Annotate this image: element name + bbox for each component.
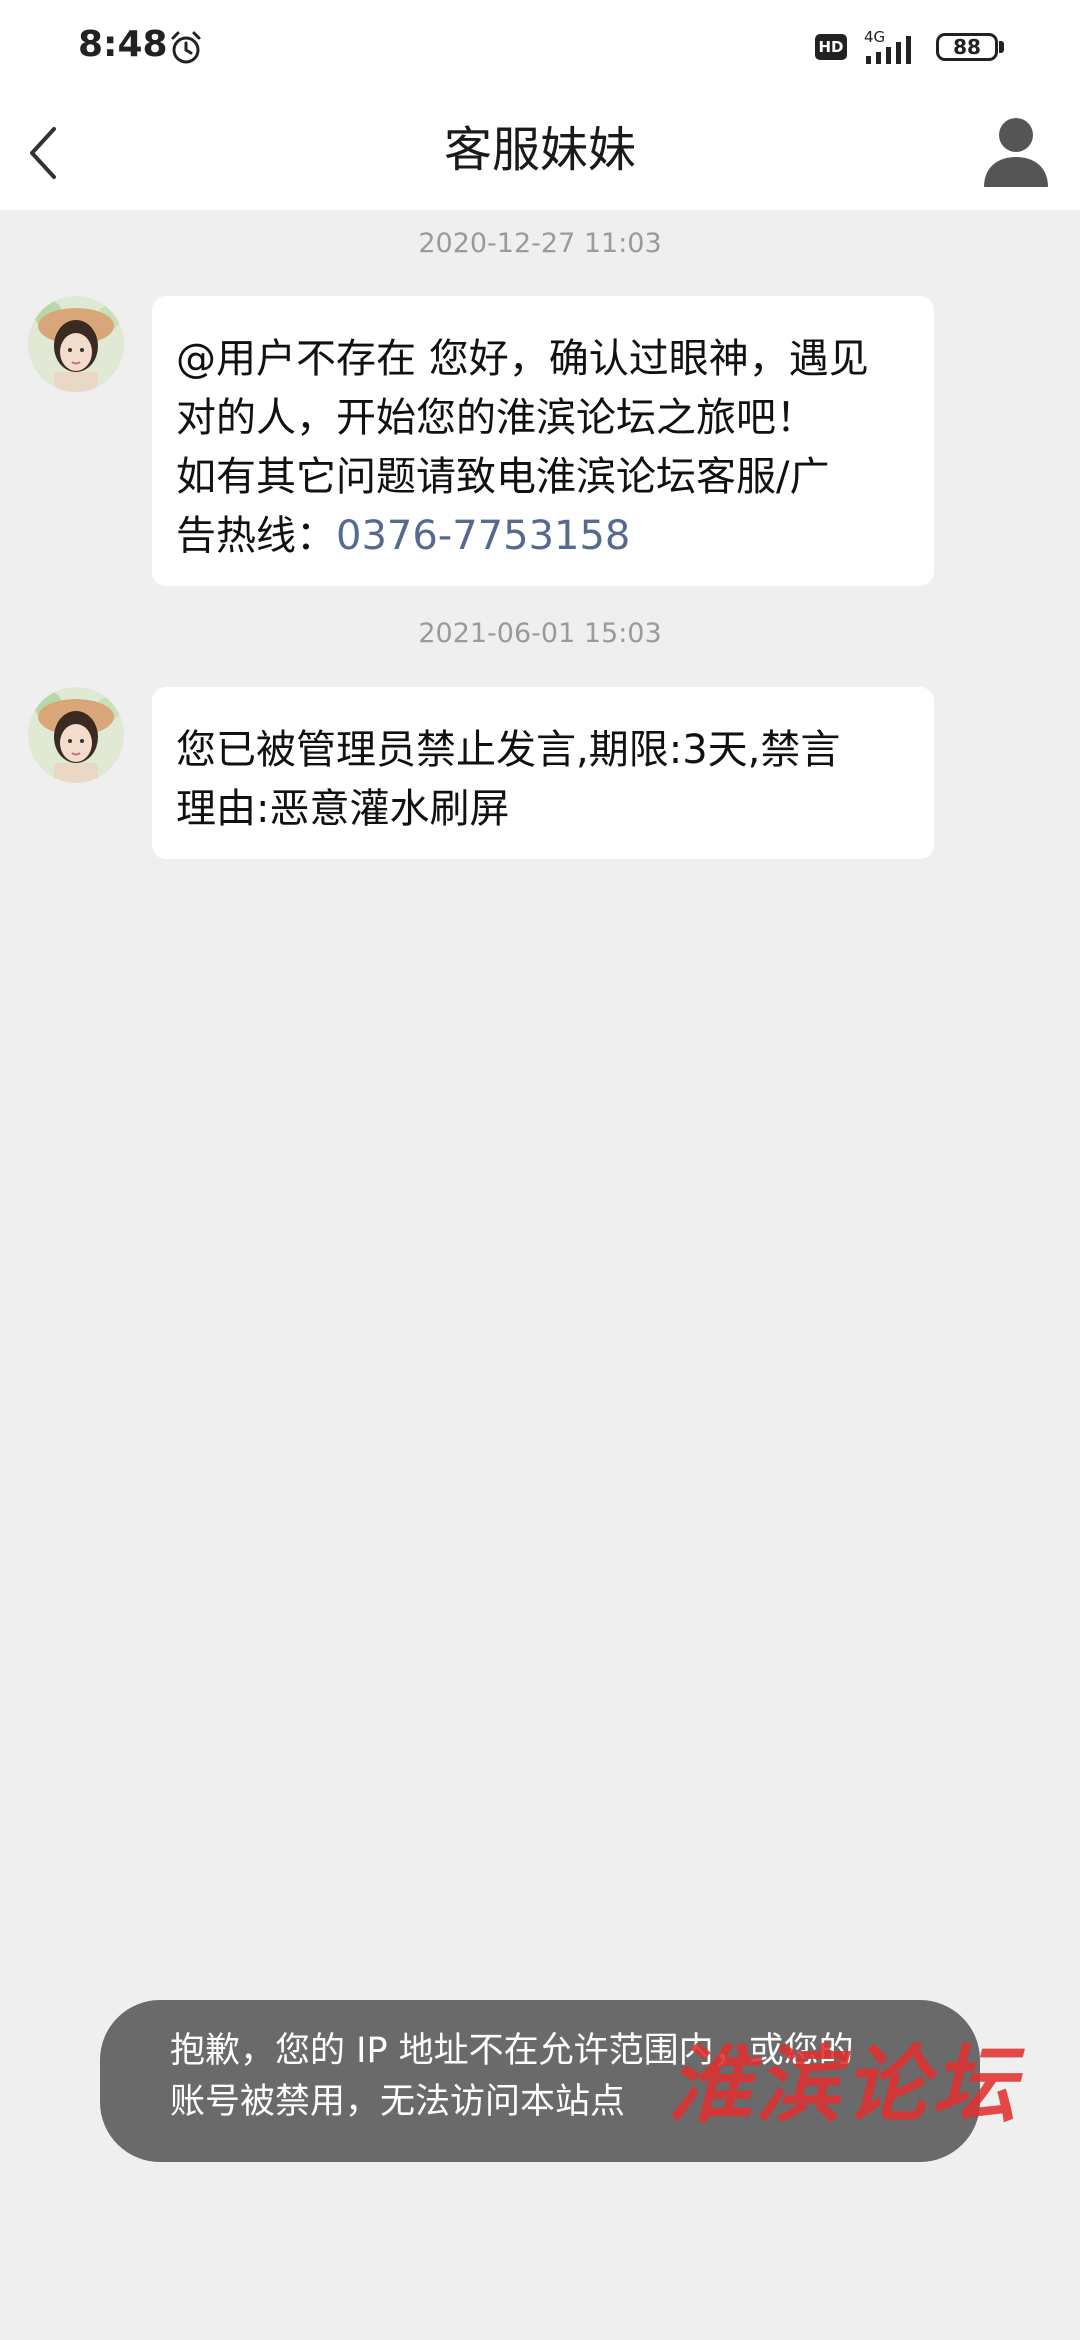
message-bubble: 您已被管理员禁止发言,期限:3天,禁言 理由:恶意灌水刷屏 xyxy=(152,687,934,859)
page-title: 客服妹妹 xyxy=(443,122,636,178)
message-line: 告热线：0376-7753158 xyxy=(176,507,910,566)
message-line: 如有其它问题请致电淮滨论坛客服/广 xyxy=(176,454,830,500)
status-time: 8:48 xyxy=(78,24,168,65)
avatar[interactable] xyxy=(28,687,124,783)
message-line: 您已被管理员禁止发言,期限:3天,禁言 xyxy=(176,727,841,773)
user-icon[interactable] xyxy=(976,109,1056,189)
battery-icon: 88 xyxy=(936,33,998,61)
message-bubble: @用户不存在 您好，确认过眼神，遇见 对的人，开始您的淮滨论坛之旅吧！ 如有其它… xyxy=(152,296,934,586)
signal-icon xyxy=(866,36,911,64)
battery-tip xyxy=(999,41,1004,53)
message-line: 对的人，开始您的淮滨论坛之旅吧！ xyxy=(176,395,816,441)
phone-link[interactable]: 0376-7753158 xyxy=(336,513,630,559)
alarm-icon xyxy=(171,31,201,64)
message-line: 理由:恶意灌水刷屏 xyxy=(176,786,510,832)
message-timestamp: 2020-12-27 11:03 xyxy=(418,228,662,259)
status-bar: 8:48 HD 4G 88 xyxy=(0,0,1080,95)
message-line: @用户不存在 您好，确认过眼神，遇见 xyxy=(176,336,869,382)
hd-badge: HD xyxy=(815,34,847,60)
message-text: 告热线： xyxy=(176,513,336,559)
nav-bar: 客服妹妹 xyxy=(0,95,1080,210)
watermark-logo: 淮滨论坛 xyxy=(668,2035,1021,2134)
message-timestamp: 2021-06-01 15:03 xyxy=(418,618,662,649)
avatar[interactable] xyxy=(28,296,124,392)
